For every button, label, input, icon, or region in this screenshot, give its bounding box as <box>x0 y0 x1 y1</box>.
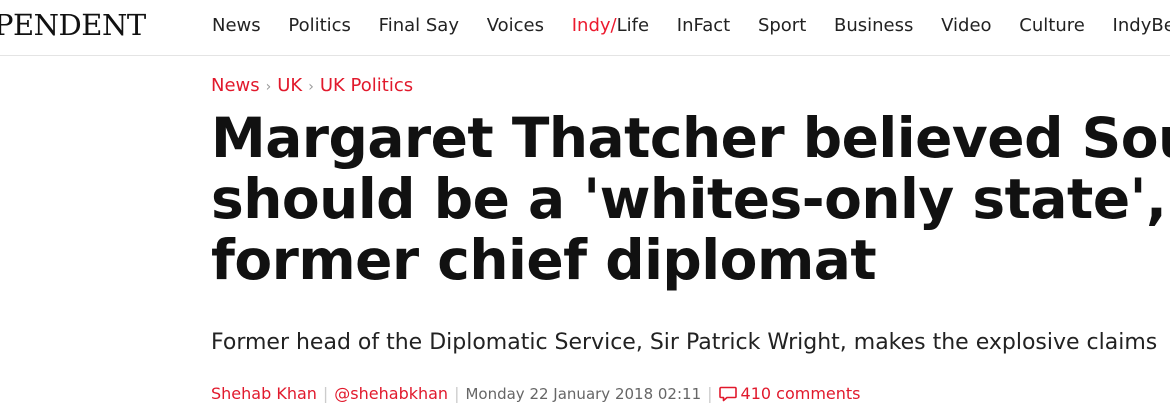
meta-divider: | <box>707 384 713 403</box>
nav-culture[interactable]: Culture <box>1019 15 1085 36</box>
article-standfirst: Former head of the Diplomatic Service, S… <box>211 330 1158 355</box>
headline-line-3: former chief diplomat <box>211 228 877 292</box>
author-twitter-link[interactable]: @shehabkhan <box>334 384 448 403</box>
article-page: PENDENT News Politics Final Say Voices I… <box>0 0 1170 411</box>
article-headline: Margaret Thatcher believed South A shoul… <box>211 108 1170 291</box>
nav-indy-life-prefix: Indy/ <box>571 15 617 36</box>
nav-news[interactable]: News <box>212 15 261 36</box>
nav-business[interactable]: Business <box>834 15 913 36</box>
article-meta: Shehab Khan | @shehabkhan | Monday 22 Januar… <box>211 384 861 406</box>
breadcrumb-separator: › <box>265 79 272 95</box>
nav-voices[interactable]: Voices <box>487 15 544 36</box>
author-link[interactable]: Shehab Khan <box>211 384 317 403</box>
headline-line-1: Margaret Thatcher believed South A <box>211 106 1170 170</box>
site-logo[interactable]: PENDENT <box>0 8 146 42</box>
nav-sport[interactable]: Sport <box>758 15 806 36</box>
nav-infact[interactable]: InFact <box>677 15 730 36</box>
nav-indybest[interactable]: IndyBest <box>1113 15 1170 36</box>
breadcrumb-news[interactable]: News <box>211 75 260 96</box>
nav-politics[interactable]: Politics <box>288 15 351 36</box>
breadcrumb: News › UK › UK Politics <box>211 75 413 96</box>
nav-indy-life[interactable]: Indy/Life <box>572 15 649 36</box>
main-nav: News Politics Final Say Voices Indy/Life… <box>212 15 1170 36</box>
nav-final-say[interactable]: Final Say <box>379 15 459 36</box>
comments-link[interactable]: 410 comments <box>718 384 861 406</box>
site-header: PENDENT News Politics Final Say Voices I… <box>0 0 1170 56</box>
meta-divider: | <box>322 384 329 403</box>
nav-video[interactable]: Video <box>941 15 991 36</box>
breadcrumb-uk[interactable]: UK <box>277 75 302 96</box>
breadcrumb-uk-politics[interactable]: UK Politics <box>320 75 413 96</box>
meta-divider: | <box>454 384 460 403</box>
publish-date: Monday 22 January 2018 02:11 <box>465 385 702 403</box>
headline-line-2: should be a 'whites-only state', says <box>211 167 1170 231</box>
breadcrumb-separator: › <box>308 79 314 95</box>
comments-count: 410 comments <box>740 384 861 403</box>
nav-indy-life-suffix: Life <box>616 15 650 36</box>
comment-bubble-icon <box>718 386 737 406</box>
